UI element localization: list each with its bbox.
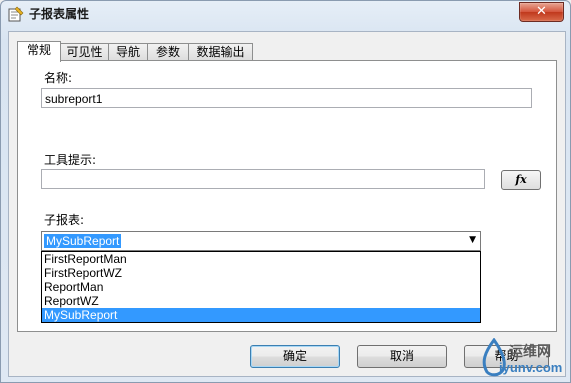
tab-parameters[interactable]: 参数 [147,43,189,61]
watermark-logo: 运维网 iyunv.com [479,336,569,382]
title-bar[interactable]: 子报表属性 ✕ [1,1,570,27]
subreport-selected-value: MySubReport [44,234,122,248]
tab-label: 导航 [115,45,140,59]
tab-label: 参数 [155,45,180,59]
tab-label: 常规 [26,43,51,57]
close-button[interactable]: ✕ [519,2,564,22]
list-item-selected[interactable]: MySubReport [42,308,480,322]
function-icon: fx [515,173,527,186]
list-item[interactable]: ReportMan [42,280,480,294]
list-item[interactable]: FirstReportMan [42,252,480,266]
name-input[interactable]: subreport1 [41,88,532,108]
dialog-body: 常规 可见性 导航 参数 数据输出 名称: subreport1 工具提示: f… [8,31,566,377]
watermark-text: 运维网 [509,344,551,360]
watermark-url: iyunv.com [499,360,563,375]
general-tab-panel: 名称: subreport1 工具提示: fx 子报表: MySubReport… [17,60,557,332]
tab-label: 数据输出 [196,45,245,59]
tab-data-output[interactable]: 数据输出 [188,43,253,61]
subreport-select[interactable]: MySubReport ▼ [41,231,481,251]
tab-navigation[interactable]: 导航 [108,43,148,61]
chevron-down-icon[interactable]: ▼ [469,235,476,245]
ok-button[interactable]: 确定 [250,345,340,368]
tab-label: 可见性 [66,45,103,59]
close-icon: ✕ [536,4,547,19]
name-label: 名称: [44,71,73,85]
tab-visibility[interactable]: 可见性 [60,43,109,61]
dialog-title: 子报表属性 [29,7,90,21]
tooltip-input[interactable] [41,169,485,189]
list-item[interactable]: ReportWZ [42,294,480,308]
subreport-label: 子报表: [44,213,85,227]
expression-button[interactable]: fx [501,170,541,190]
subreport-dropdown-list: FirstReportMan FirstReportWZ ReportMan R… [41,251,481,323]
properties-icon [8,6,24,22]
tab-general[interactable]: 常规 [17,41,61,62]
subreport-properties-dialog: 子报表属性 ✕ 常规 可见性 导航 参数 数据输出 名称: subreport1… [0,0,571,383]
list-item[interactable]: FirstReportWZ [42,266,480,280]
tooltip-label: 工具提示: [44,153,97,167]
cancel-button[interactable]: 取消 [357,345,447,368]
